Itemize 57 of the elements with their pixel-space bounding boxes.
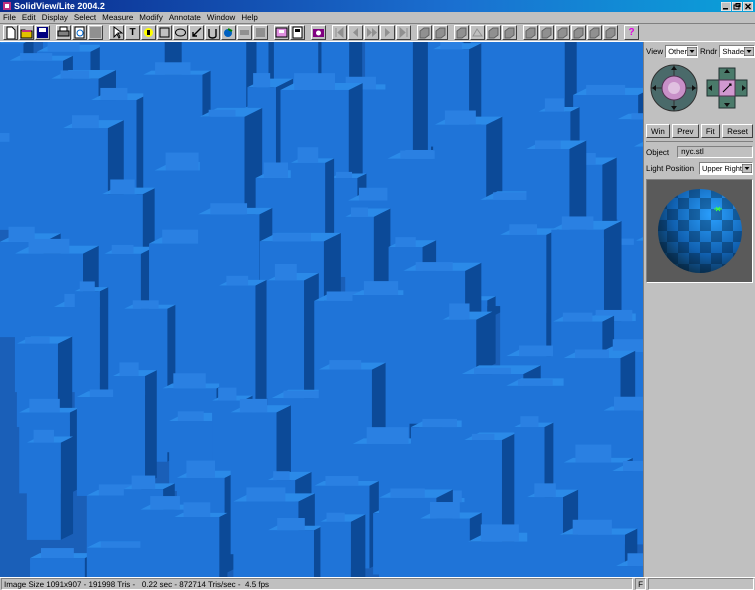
solid-view-icon[interactable] xyxy=(572,26,585,39)
save-icon[interactable] xyxy=(36,26,49,39)
app-logo-icon xyxy=(2,1,12,11)
previous-button[interactable]: Prev xyxy=(672,124,699,138)
fit-button[interactable]: Fit xyxy=(700,124,720,138)
solid-view-icon[interactable] xyxy=(588,26,601,39)
menu-item[interactable]: Display xyxy=(42,13,68,22)
new-file-icon[interactable] xyxy=(4,26,17,39)
status-indicator: F xyxy=(635,578,646,590)
film-icon[interactable] xyxy=(291,26,304,39)
rectangle-icon[interactable] xyxy=(158,26,171,39)
caret-icon xyxy=(742,164,752,173)
menu-item[interactable]: Window xyxy=(206,13,236,22)
solid-view-icon[interactable] xyxy=(540,26,553,39)
status-message: Image Size 1091x907 - 191998 Tris - 0.22 sec - 872714 Tris/sec - 4.5 fps xyxy=(1,578,634,590)
menu-item[interactable]: Help xyxy=(241,13,258,22)
camera-icon[interactable] xyxy=(312,26,325,39)
render-label: Rndr xyxy=(700,47,718,56)
text-tool-button[interactable]: T xyxy=(125,25,140,40)
window-title: SolidView/Lite 2004.2 xyxy=(14,1,106,11)
light-sphere-drawing[interactable] xyxy=(656,187,744,275)
restore-icon[interactable] xyxy=(732,2,742,10)
highlight-icon[interactable] xyxy=(142,26,155,39)
solid-view-icon[interactable] xyxy=(455,26,468,39)
skip-start-icon[interactable] xyxy=(333,26,346,39)
arrow-icon[interactable] xyxy=(190,26,203,39)
menu-item[interactable]: Annotate xyxy=(168,13,201,22)
window-button[interactable]: Win xyxy=(646,124,670,138)
solid-view-icon[interactable] xyxy=(418,26,431,39)
menu-item[interactable]: Measure xyxy=(102,13,134,22)
solid-view-icon[interactable] xyxy=(487,26,500,39)
minimize-icon[interactable] xyxy=(721,2,731,10)
screen-icon[interactable] xyxy=(275,26,288,39)
menu-item[interactable]: File xyxy=(3,13,16,22)
ellipse-icon[interactable] xyxy=(174,26,187,39)
solid-view-icon[interactable] xyxy=(604,26,617,39)
caret-icon xyxy=(744,47,754,56)
view-label: View xyxy=(646,47,664,56)
caret-icon xyxy=(686,47,697,56)
solid-view-icon[interactable] xyxy=(434,26,447,39)
rotation-dial-icon[interactable] xyxy=(650,64,698,112)
menu-item[interactable]: Select xyxy=(74,13,96,22)
light-position-label: Light Position xyxy=(646,164,694,173)
object-field[interactable]: nyc.stl xyxy=(677,146,753,158)
print-preview-icon[interactable] xyxy=(73,26,86,39)
solid-view-icon[interactable] xyxy=(556,26,569,39)
reset-button[interactable]: Reset xyxy=(722,124,753,138)
menu-item[interactable]: Edit xyxy=(22,13,36,22)
solid-view-icon[interactable] xyxy=(524,26,537,39)
menu-item[interactable]: Modify xyxy=(139,13,163,22)
solid-view-icon[interactable] xyxy=(503,26,516,39)
object-label: Object xyxy=(646,148,670,156)
pan-pad-icon[interactable] xyxy=(705,66,750,110)
close-icon[interactable] xyxy=(743,2,753,10)
skip-end-icon[interactable] xyxy=(397,26,410,39)
print-icon[interactable] xyxy=(57,26,70,39)
cylinder-icon[interactable] xyxy=(206,26,219,39)
